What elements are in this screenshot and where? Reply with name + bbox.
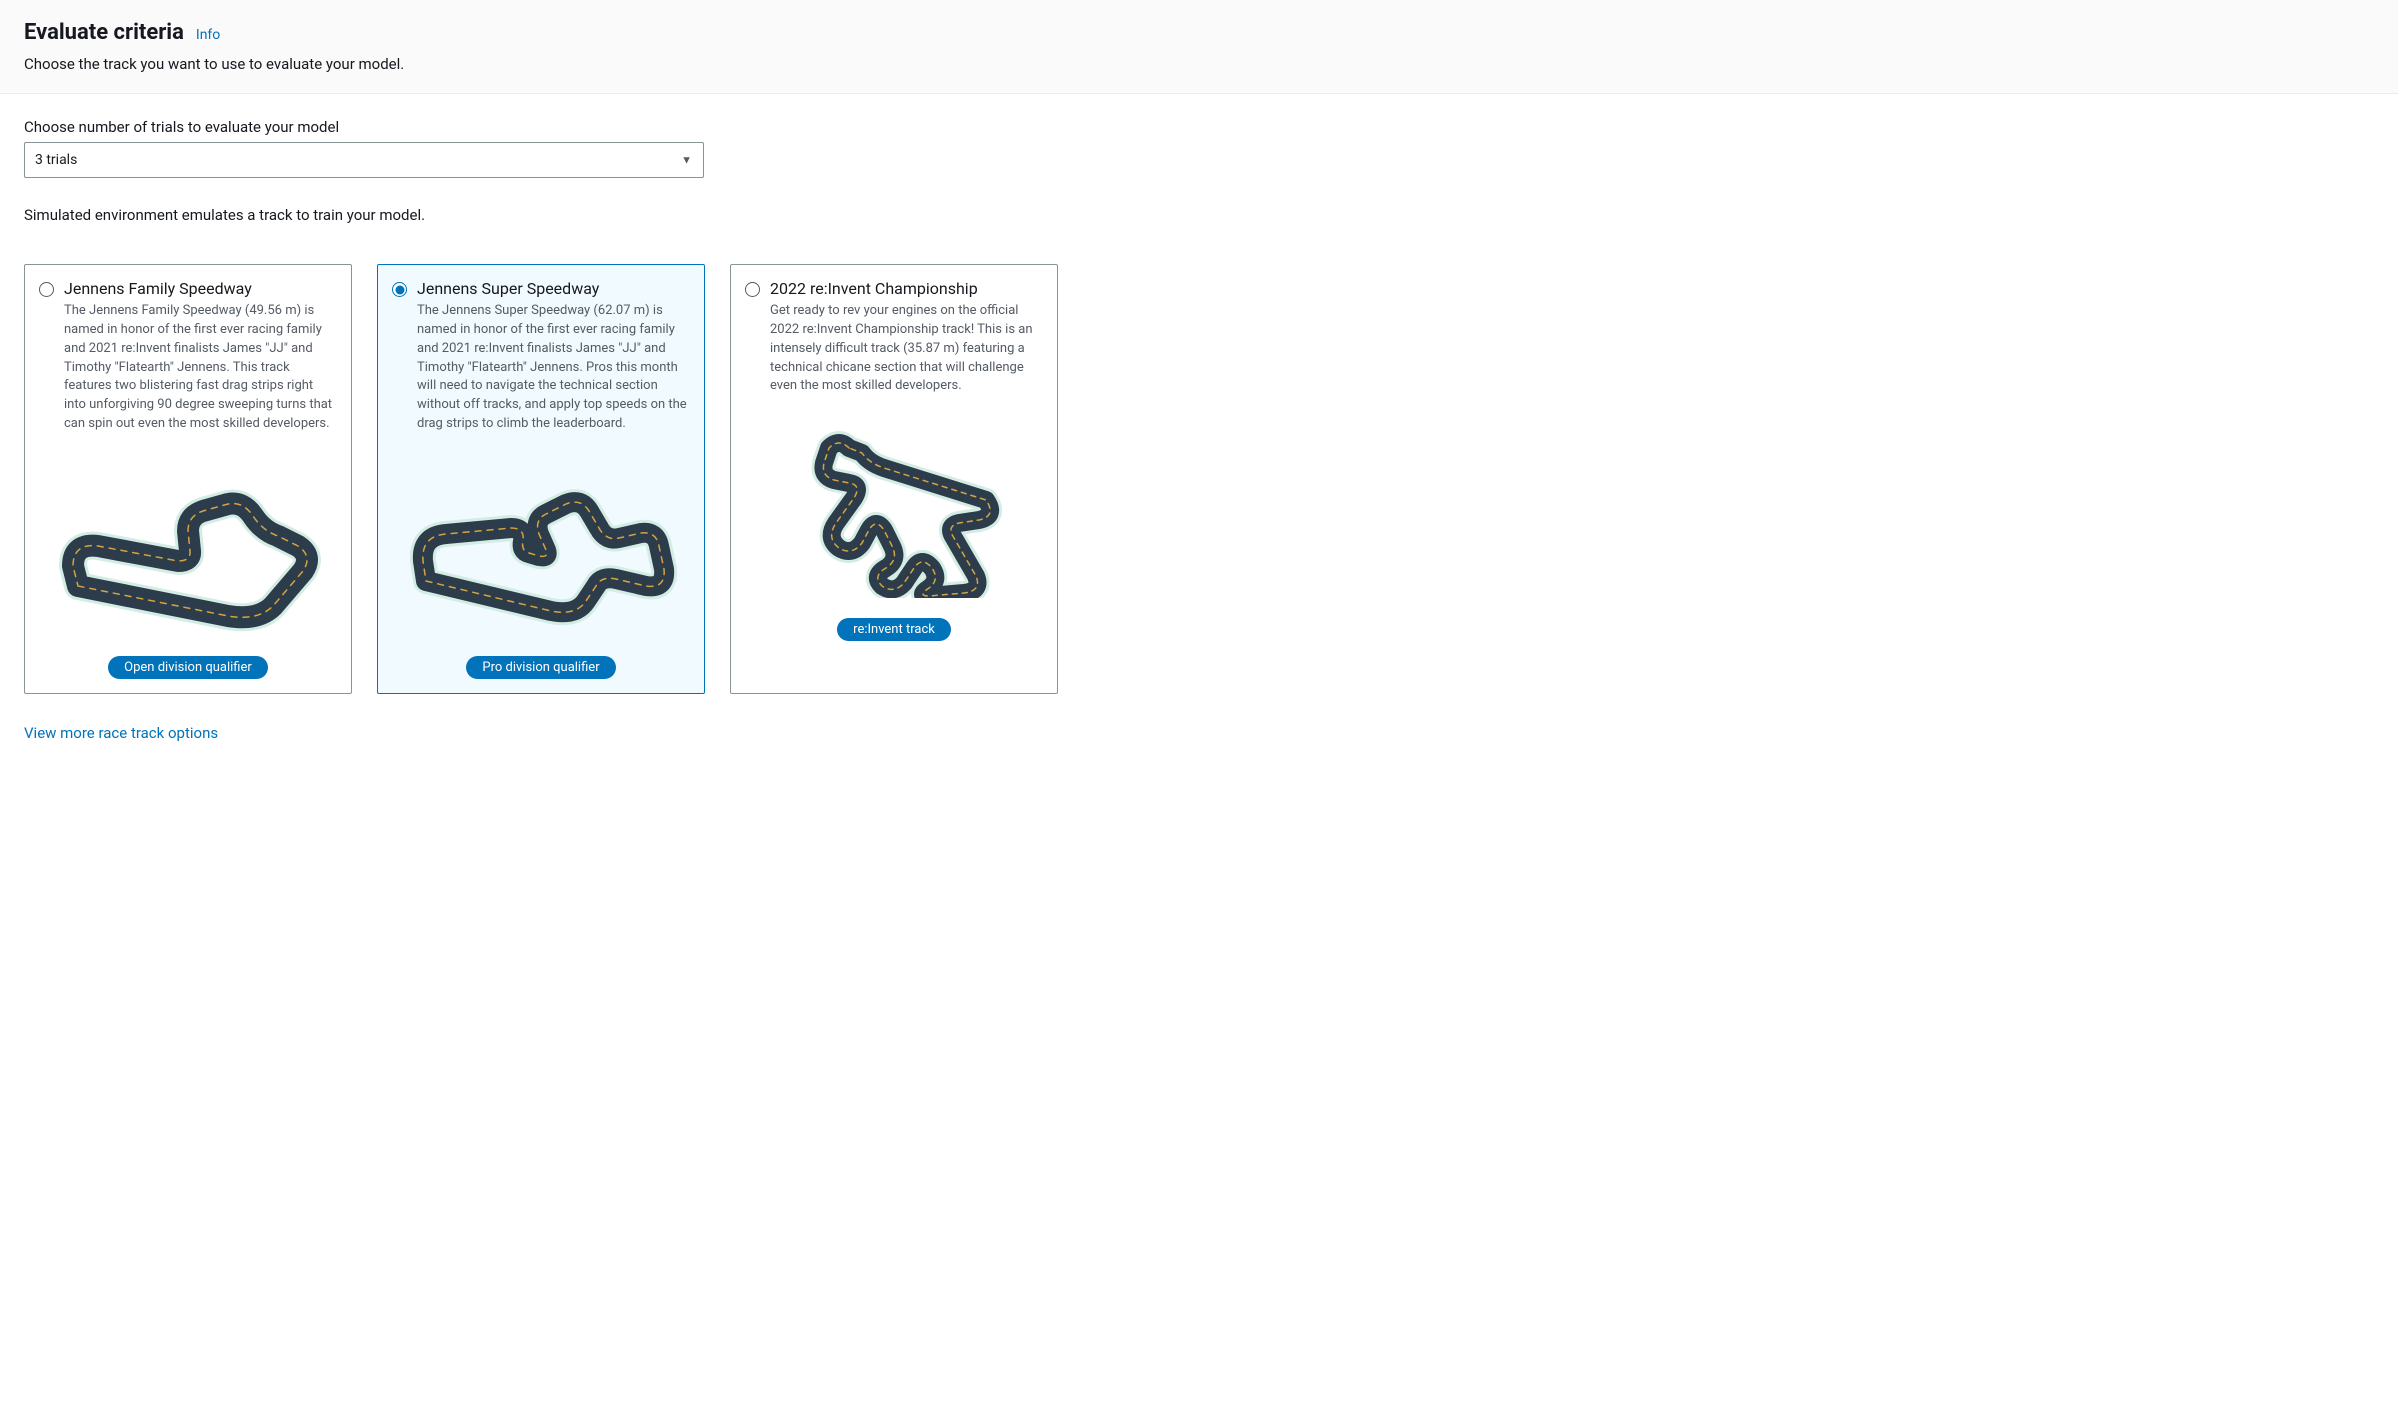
- track-map-icon: [401, 456, 681, 636]
- track-badge: Open division qualifier: [108, 656, 268, 679]
- radio-button[interactable]: [392, 282, 407, 297]
- track-description: The Jennens Family Speedway (49.56 m) is…: [64, 302, 337, 434]
- card-header: Jennens Family Speedway: [39, 279, 337, 298]
- badge-row: Pro division qualifier: [392, 656, 690, 679]
- track-name: 2022 re:Invent Championship: [770, 279, 978, 298]
- title-row: Evaluate criteria Info: [24, 20, 2374, 45]
- page-title: Evaluate criteria: [24, 20, 184, 45]
- track-map-icon: [48, 456, 328, 636]
- track-description: Get ready to rev your engines on the off…: [770, 302, 1043, 396]
- trials-select[interactable]: 3 trials ▼: [24, 142, 704, 178]
- sim-environment-text: Simulated environment emulates a track t…: [24, 206, 2374, 224]
- trials-select-value: 3 trials: [24, 142, 704, 178]
- track-cards-row: Jennens Family Speedway The Jennens Fami…: [24, 264, 2374, 694]
- trials-label: Choose number of trials to evaluate your…: [24, 118, 2374, 136]
- track-card-jennens-super[interactable]: Jennens Super Speedway The Jennens Super…: [377, 264, 705, 694]
- track-image: [39, 446, 337, 646]
- track-badge: Pro division qualifier: [466, 656, 615, 679]
- card-header: Jennens Super Speedway: [392, 279, 690, 298]
- content-section: Choose number of trials to evaluate your…: [0, 94, 2398, 766]
- track-card-reinvent-2022[interactable]: 2022 re:Invent Championship Get ready to…: [730, 264, 1058, 694]
- track-image: [745, 408, 1043, 608]
- track-map-icon: [754, 418, 1034, 598]
- track-card-jennens-family[interactable]: Jennens Family Speedway The Jennens Fami…: [24, 264, 352, 694]
- badge-row: re:Invent track: [745, 618, 1043, 641]
- track-name: Jennens Family Speedway: [64, 279, 252, 298]
- badge-row: Open division qualifier: [39, 656, 337, 679]
- card-header: 2022 re:Invent Championship: [745, 279, 1043, 298]
- header-section: Evaluate criteria Info Choose the track …: [0, 0, 2398, 94]
- track-name: Jennens Super Speedway: [417, 279, 599, 298]
- track-badge: re:Invent track: [837, 618, 951, 641]
- view-more-tracks-link[interactable]: View more race track options: [24, 724, 2374, 742]
- radio-button[interactable]: [745, 282, 760, 297]
- info-link[interactable]: Info: [196, 27, 220, 43]
- track-description: The Jennens Super Speedway (62.07 m) is …: [417, 302, 690, 434]
- track-image: [392, 446, 690, 646]
- radio-button[interactable]: [39, 282, 54, 297]
- page-subtitle: Choose the track you want to use to eval…: [24, 55, 2374, 73]
